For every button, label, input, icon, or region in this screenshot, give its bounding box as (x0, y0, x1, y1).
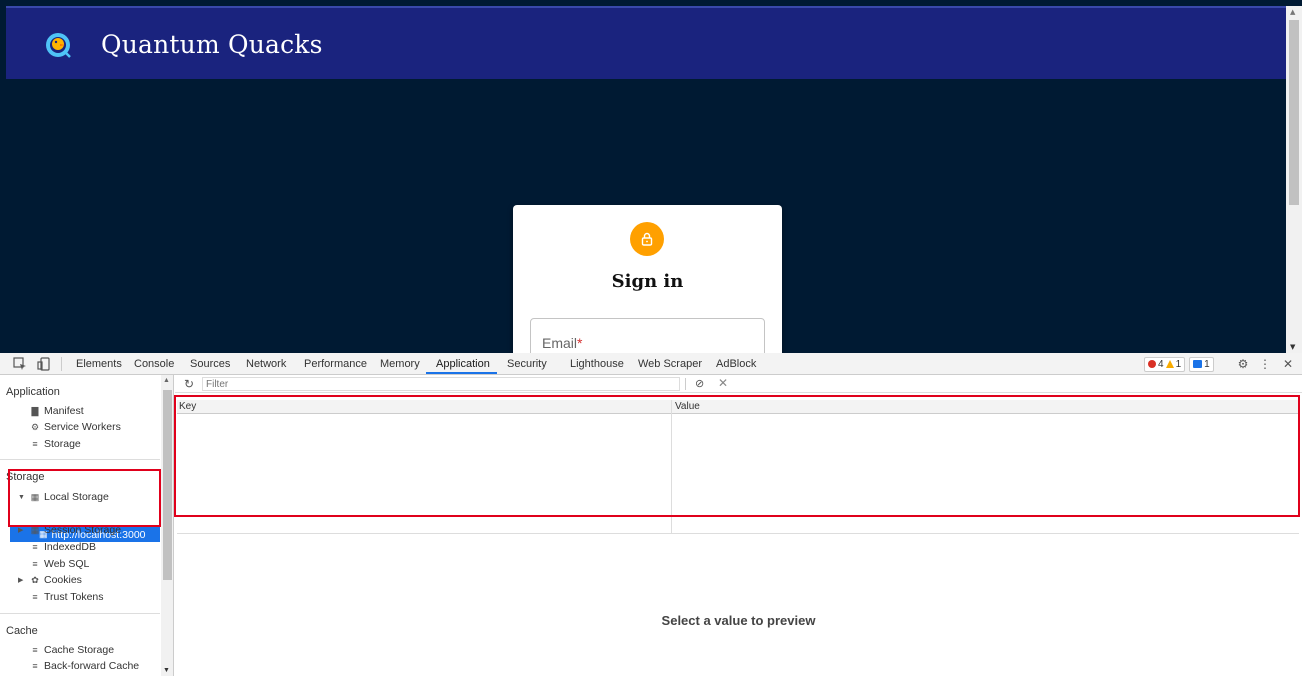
filter-bar: ↻ ⊘ ✕ (175, 375, 1302, 393)
tab-network[interactable]: Network (246, 358, 286, 370)
database-icon: ≡ (32, 542, 38, 552)
cookie-icon: ✿ (31, 575, 39, 585)
sidebar-item-back-forward-cache[interactable]: ≡ Back-forward Cache (30, 660, 139, 672)
toolbar-separator (685, 378, 686, 390)
error-icon (1148, 360, 1156, 368)
scroll-down-icon[interactable]: ▼ (163, 667, 170, 674)
tab-lighthouse[interactable]: Lighthouse (570, 358, 624, 370)
scroll-up-icon[interactable]: ▲ (163, 377, 170, 384)
sidebar-item-cookies[interactable]: ▶ ✿ Cookies (18, 574, 82, 586)
close-icon[interactable]: ✕ (1281, 357, 1295, 371)
sidebar-item-local-storage[interactable]: ▼ ▦ Local Storage (18, 491, 109, 503)
app-header: Quantum Quacks (6, 6, 1286, 79)
warning-icon (1165, 360, 1174, 368)
sidebar-scroll-thumb[interactable] (163, 390, 172, 580)
database-icon: ≡ (32, 645, 38, 655)
error-count: 4 (1158, 358, 1164, 370)
email-label: Email* (542, 335, 583, 351)
sidebar-divider (0, 613, 160, 614)
tab-application[interactable]: Application (436, 358, 490, 370)
sidebar-item-trust-tokens[interactable]: ≡ Trust Tokens (30, 591, 103, 603)
database-icon: ≡ (32, 439, 38, 449)
web-page-viewport: Quantum Quacks Sign in Email* ▲ ▼ (0, 0, 1302, 353)
clear-all-icon[interactable]: ⊘ (695, 377, 704, 390)
sidebar-item-session-storage[interactable]: ▶ ▦ Session Storage (18, 524, 121, 536)
devtools-toolbar: Elements Console Sources Network Perform… (0, 353, 1302, 375)
gear-icon: ⚙ (30, 422, 40, 432)
database-icon: ≡ (32, 661, 38, 671)
scroll-up-icon[interactable]: ▲ (1290, 8, 1295, 16)
lock-icon (641, 232, 653, 246)
sidebar-item-web-sql[interactable]: ≡ Web SQL (30, 558, 89, 570)
sidebar-item-storage[interactable]: ≡ Storage (30, 438, 80, 450)
key-value-table: Key Value (177, 400, 1299, 534)
refresh-icon[interactable]: ↻ (184, 377, 194, 391)
warning-count: 1 (1175, 358, 1182, 370)
app-title: Quantum Quacks (101, 30, 323, 59)
tab-elements[interactable]: Elements (76, 358, 122, 370)
column-header-value[interactable]: Value (675, 401, 700, 412)
sidebar-divider (0, 459, 160, 460)
errors-warnings-badge[interactable]: 4 1 (1144, 356, 1186, 372)
sidebar-item-indexeddb[interactable]: ≡ IndexedDB (30, 541, 96, 553)
collapsed-triangle-icon[interactable]: ▶ (18, 576, 26, 584)
tab-sources[interactable]: Sources (190, 358, 230, 370)
gear-icon[interactable]: ⚙ (1236, 357, 1250, 371)
tab-console[interactable]: Console (134, 358, 174, 370)
toolbar-separator (61, 357, 62, 371)
inspect-element-icon[interactable] (13, 357, 27, 371)
message-icon (1193, 360, 1203, 368)
database-icon: ≡ (32, 592, 38, 602)
column-divider[interactable] (671, 400, 672, 534)
application-sidebar: Application ▇ Manifest ⚙ Service Workers ≡… (0, 375, 174, 676)
issues-counter[interactable]: 4 1 1 (1144, 356, 1214, 372)
tab-memory[interactable]: Memory (380, 358, 420, 370)
database-icon: ≡ (32, 559, 38, 569)
page-scrollbar[interactable]: ▲ ▼ (1286, 6, 1302, 353)
page-scroll-thumb[interactable] (1289, 20, 1299, 205)
email-field[interactable]: Email* (530, 318, 765, 353)
column-header-key[interactable]: Key (179, 401, 196, 412)
table-header: Key Value (177, 400, 1299, 414)
local-storage-panel: ↻ ⊘ ✕ Key Value Select a value to previe… (175, 375, 1302, 676)
filter-input[interactable] (202, 377, 680, 391)
signin-card: Sign in Email* (513, 205, 782, 353)
tab-adblock[interactable]: AdBlock (716, 358, 756, 370)
message-count: 1 (1204, 358, 1210, 370)
devtools-panel: Elements Console Sources Network Perform… (0, 353, 1302, 676)
preview-placeholder: Select a value to preview (661, 613, 816, 628)
delete-selected-icon[interactable]: ✕ (718, 376, 728, 390)
duck-logo-icon[interactable] (44, 31, 72, 59)
sidebar-item-service-workers[interactable]: ⚙ Service Workers (30, 421, 121, 433)
sidebar-item-manifest[interactable]: ▇ Manifest (30, 405, 84, 417)
email-required-mark: * (577, 335, 583, 351)
grid-icon: ▦ (30, 492, 40, 502)
more-options-icon[interactable]: ⋮ (1258, 357, 1272, 371)
sidebar-section-storage: Storage (6, 471, 45, 483)
sidebar-section-application: Application (6, 386, 60, 398)
file-icon: ▇ (31, 406, 39, 416)
tab-performance[interactable]: Performance (304, 358, 367, 370)
grid-icon: ▦ (30, 525, 40, 535)
tab-security[interactable]: Security (507, 358, 547, 370)
tab-web-scraper[interactable]: Web Scraper (638, 358, 702, 370)
collapsed-triangle-icon[interactable]: ▶ (18, 526, 26, 534)
expanded-triangle-icon[interactable]: ▼ (18, 494, 26, 501)
sidebar-item-cache-storage[interactable]: ≡ Cache Storage (30, 644, 114, 656)
sidebar-section-cache: Cache (6, 625, 38, 637)
device-toolbar-icon[interactable] (37, 357, 51, 371)
signin-title: Sign in (611, 271, 684, 292)
active-tab-indicator (426, 372, 497, 374)
lock-avatar (630, 222, 664, 256)
sidebar-scrollbar[interactable]: ▲ ▼ (161, 375, 173, 676)
messages-badge[interactable]: 1 (1189, 356, 1214, 372)
scroll-down-icon[interactable]: ▼ (1290, 343, 1295, 351)
